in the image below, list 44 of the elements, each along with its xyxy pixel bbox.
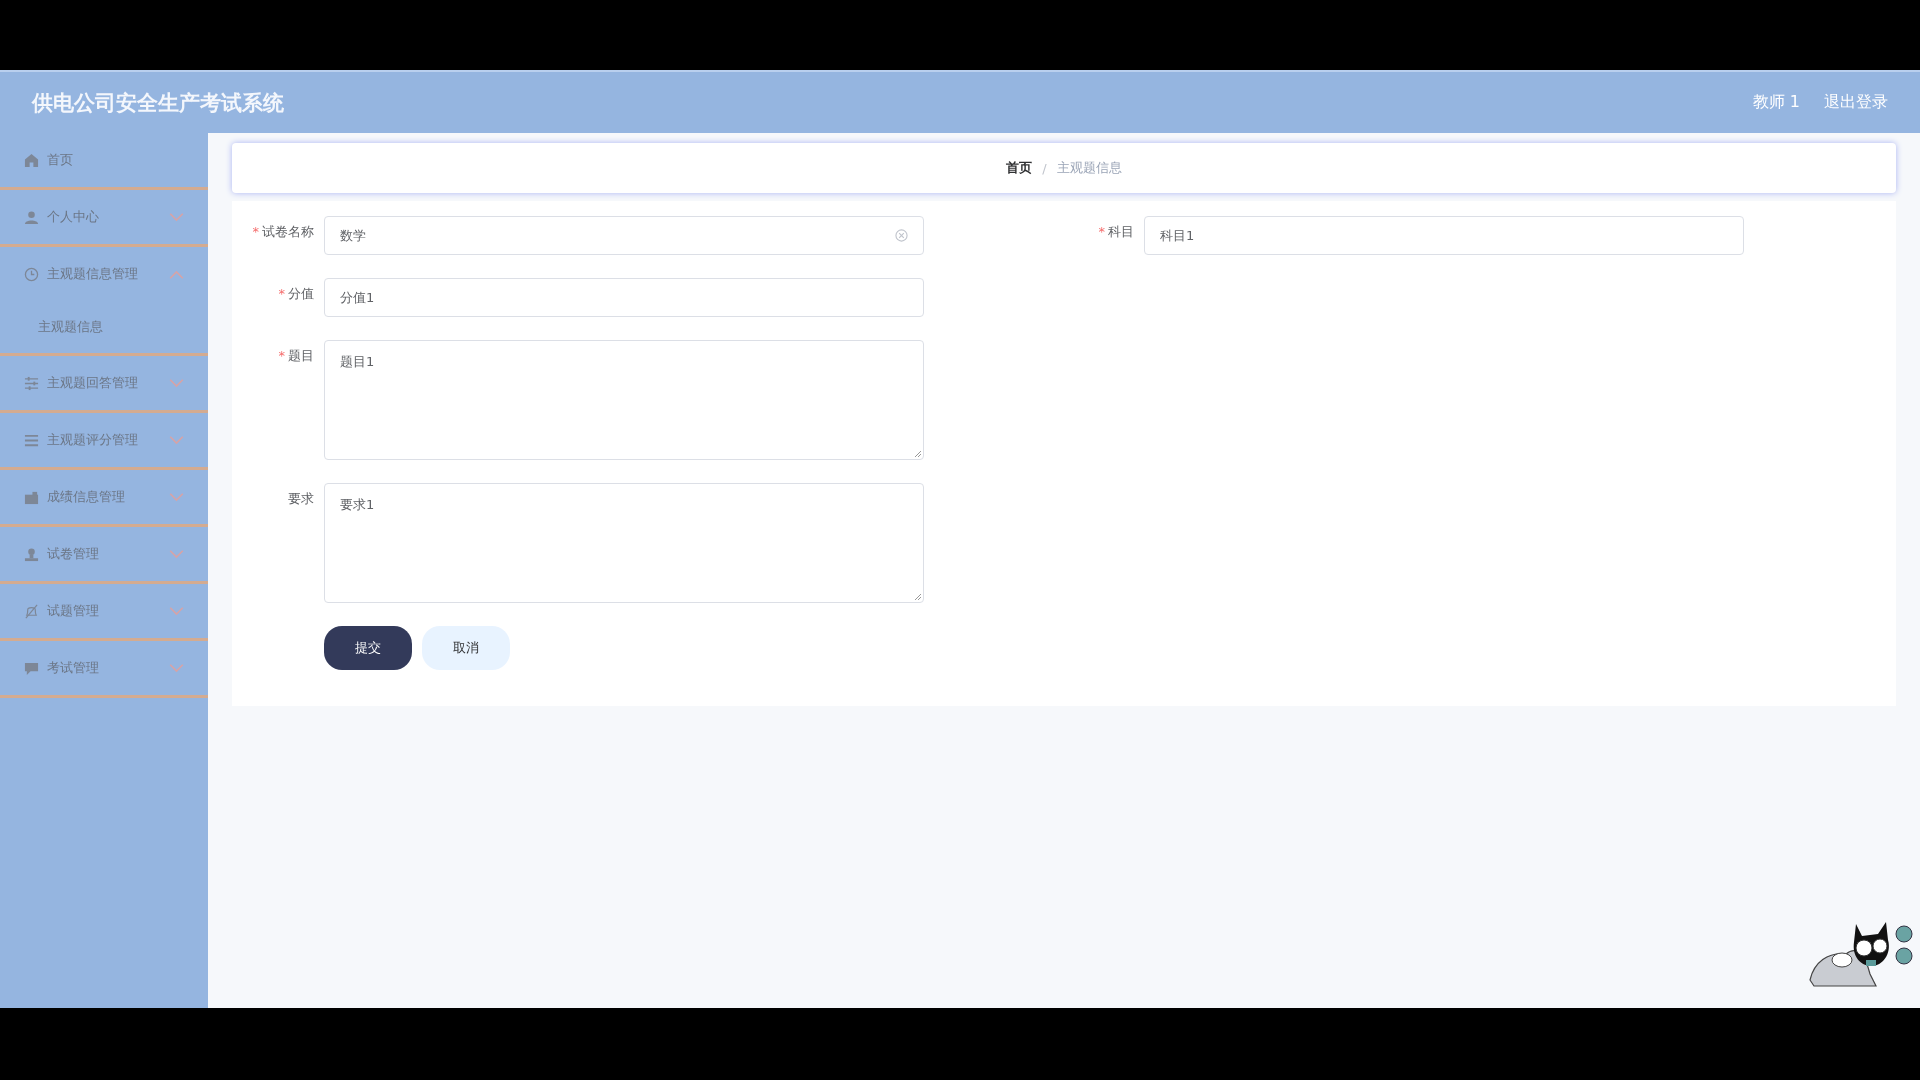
required-asterisk: * [1098,224,1105,239]
menu-item[interactable]: 试题管理 [0,584,208,641]
menu-item[interactable]: 主观题信息管理 [0,247,208,301]
required-asterisk: * [278,348,285,363]
input-field[interactable]: 数学 [324,216,924,255]
field-label-text: 试卷名称 [262,224,314,239]
menu-item[interactable]: 个人中心 [0,190,208,247]
resize-grip-icon[interactable] [914,450,922,458]
cancel-button[interactable]: 取消 [422,626,510,670]
bell-slash-icon [24,603,39,619]
chat-icon [24,660,39,676]
menu-item[interactable]: 试卷管理 [0,527,208,584]
text-area[interactable]: 题目1 [324,340,924,460]
field-label-text: 分值 [288,286,314,301]
required-asterisk: * [278,286,285,301]
briefcase-icon [24,489,39,505]
stamp-icon [24,546,39,562]
app-title: 供电公司安全生产考试系统 [32,89,284,117]
submenu-item[interactable]: 主观题信息 [0,301,208,353]
sliders-icon [24,375,39,391]
text-area[interactable]: 要求1 [324,483,924,603]
submit-button[interactable]: 提交 [324,626,412,670]
resize-grip-icon[interactable] [914,593,922,601]
clear-icon[interactable] [895,229,908,242]
user-icon [24,209,39,225]
clock-icon [24,266,39,282]
menu-item[interactable]: 考试管理 [0,641,208,698]
menu-item[interactable]: 首页 [0,133,208,190]
field-label-text: 科目 [1108,224,1134,239]
list-icon [24,432,39,448]
logout-link[interactable]: 退出登录 [1824,92,1888,113]
home-icon [24,152,39,168]
input-field[interactable]: 分值1 [324,278,924,317]
breadcrumb-link[interactable]: 首页 [1006,159,1033,177]
menu-item[interactable]: 主观题评分管理 [0,413,208,470]
field-label-text: 题目 [288,348,314,363]
field-label-text: 要求 [288,491,314,506]
input-field[interactable]: 科目1 [1144,216,1744,255]
required-asterisk: * [252,224,259,239]
separator-slash: / [1042,160,1047,176]
breadcrumb-current: 主观题信息 [1056,159,1122,177]
menu-item[interactable]: 成绩信息管理 [0,470,208,527]
user-name: 教师 1 [1752,92,1800,113]
menu-item[interactable]: 主观题回答管理 [0,356,208,413]
